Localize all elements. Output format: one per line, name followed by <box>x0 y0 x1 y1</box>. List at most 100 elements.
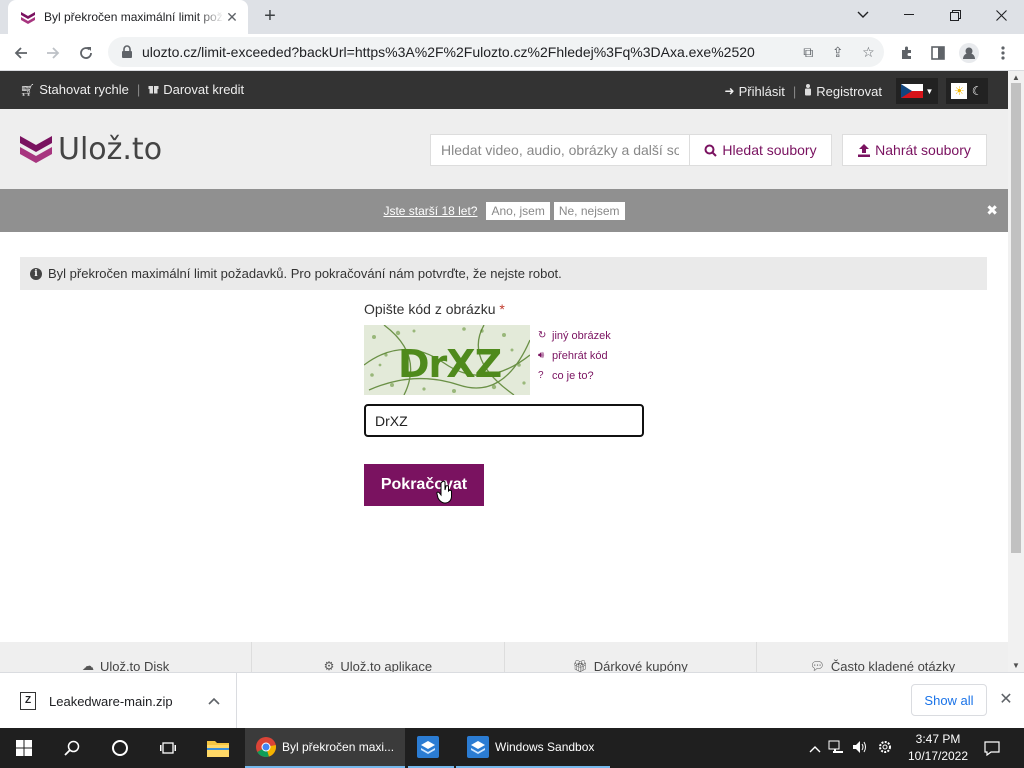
gift-icon: 🎁︎ <box>572 659 588 672</box>
sun-icon[interactable]: ☀ <box>951 83 968 99</box>
bookmark-star-icon[interactable]: ☆ <box>862 44 875 61</box>
topbar-separator-right: | <box>792 83 797 99</box>
footer-item-apps[interactable]: ⚙ Ulož.to aplikace <box>252 642 505 672</box>
file-explorer-icon[interactable] <box>196 728 240 768</box>
fast-download-label: Stahovat rychle <box>39 82 129 97</box>
other-image-link[interactable]: ↻ jiný obrázek <box>538 326 611 346</box>
task-view-icon[interactable] <box>144 728 192 768</box>
side-panel-icon[interactable] <box>925 40 951 66</box>
back-icon[interactable] <box>8 40 34 66</box>
footer-item-label: Ulož.to Disk <box>99 658 170 673</box>
taskbar-sandbox-pinned[interactable] <box>408 728 454 768</box>
donate-credit-link[interactable]: Darovat kredit <box>148 82 244 97</box>
extensions-icon[interactable] <box>894 40 920 66</box>
windows-start-icon[interactable] <box>0 728 48 768</box>
other-image-label: jiný obrázek <box>552 330 611 342</box>
show-all-button[interactable]: Show all <box>911 684 987 716</box>
close-download-bar-icon[interactable]: ✕ <box>996 690 1016 710</box>
chevron-up-icon[interactable] <box>208 694 220 708</box>
cloud-icon: ☁ <box>81 659 94 672</box>
footer-item-coupons[interactable]: 🎁︎ Dárkové kupóny <box>505 642 757 672</box>
taskbar-clock[interactable]: 3:47 PM 10/17/2022 <box>905 731 971 765</box>
ulozto-logo-icon <box>20 135 52 163</box>
sign-in-icon: ➜ <box>724 84 735 98</box>
theme-switch[interactable]: ☀ ☾ <box>946 78 988 104</box>
web-page: 🛒︎ Stahovat rychle | Darovat kredit ➜ Př… <box>0 71 1008 672</box>
scroll-down-icon[interactable]: ▼ <box>1012 661 1020 670</box>
download-item[interactable]: Z Leakedware-main.zip <box>0 673 237 729</box>
browser-tab[interactable]: Byl překročen maximální limit požadavků … <box>8 0 248 34</box>
register-label: Registrovat <box>816 83 882 99</box>
info-icon: i <box>30 267 42 280</box>
minimize-icon[interactable] <box>886 0 932 30</box>
login-link[interactable]: ➜ Přihlásit <box>725 84 785 99</box>
taskbar-sandbox-window[interactable]: Windows Sandbox <box>456 728 610 768</box>
settings-gear-icon[interactable] <box>872 739 898 758</box>
windows-taskbar: Byl překročen maxi... Windows Sandbox 3:… <box>0 728 1024 768</box>
sandbox-window-label: Windows Sandbox <box>495 740 595 754</box>
captcha-image-text: DrXZ <box>398 342 501 386</box>
captcha-code-input[interactable] <box>364 404 644 437</box>
profile-avatar-icon[interactable] <box>956 40 982 66</box>
volume-icon[interactable] <box>848 740 872 757</box>
moon-icon[interactable]: ☾ <box>972 84 983 98</box>
share-icon[interactable]: ⇪ <box>832 44 844 61</box>
tab-search-icon[interactable] <box>840 0 886 30</box>
lock-icon <box>122 45 132 58</box>
system-tray <box>806 728 898 768</box>
age-question[interactable]: Jste starší 18 let? <box>383 204 477 218</box>
close-window-icon[interactable] <box>978 0 1024 30</box>
page-scrollbar[interactable]: ▲ ▼ <box>1008 71 1024 672</box>
fast-download-link[interactable]: 🛒︎ Stahovat rychle <box>20 82 129 97</box>
footer-item-label: Často kladené otázky <box>830 658 956 673</box>
scrollbar-thumb[interactable] <box>1011 83 1021 553</box>
site-topbar: 🛒︎ Stahovat rychle | Darovat kredit ➜ Př… <box>0 71 1008 109</box>
chevron-up-icon[interactable] <box>806 741 824 756</box>
cart-icon: 🛒︎ <box>20 82 36 97</box>
required-mark: * <box>499 301 505 317</box>
cortana-icon[interactable] <box>96 728 144 768</box>
translate-icon[interactable]: ⧉ <box>803 44 813 61</box>
address-bar[interactable]: ulozto.cz/limit-exceeded?backUrl=https%3… <box>108 37 884 67</box>
language-selector[interactable]: ▼ <box>896 78 938 104</box>
windows-sandbox-icon <box>467 736 489 758</box>
windows-sandbox-icon <box>417 736 439 758</box>
hand-cursor-icon <box>436 480 452 504</box>
notifications-icon[interactable] <box>976 728 1008 768</box>
forward-icon[interactable] <box>40 40 66 66</box>
tab-close-icon[interactable]: ✕ <box>224 9 240 25</box>
comment-icon: 💬︎ <box>809 659 825 672</box>
refresh-icon: ↻ <box>538 330 547 341</box>
play-code-link[interactable]: 🔊︎ přehrát kód <box>538 346 611 366</box>
upload-files-button[interactable]: Nahrát soubory <box>842 134 987 166</box>
age-yes-button[interactable]: Ano, jsem <box>486 201 550 220</box>
search-files-button[interactable]: Hledat soubory <box>690 134 832 166</box>
footer-item-disk[interactable]: ☁ Ulož.to Disk <box>0 642 253 673</box>
what-is-it-link[interactable]: ? co je to? <box>538 366 611 386</box>
site-header: Ulož.to Hledat soubory Nahrát soubory <box>0 109 1008 189</box>
question-circle-icon: ? <box>538 370 544 381</box>
chrome-window-label: Byl překročen maxi... <box>282 740 395 754</box>
browser-toolbar: ulozto.cz/limit-exceeded?backUrl=https%3… <box>0 34 1024 71</box>
logo-text: Ulož.to <box>58 132 163 167</box>
age-no-button[interactable]: Ne, nejsem <box>553 201 625 220</box>
browser-titlebar: Byl překročen maximální limit požadavků … <box>0 0 1024 34</box>
new-tab-icon[interactable]: + <box>258 5 282 29</box>
taskbar-chrome-window[interactable]: Byl překročen maxi... <box>245 728 405 768</box>
scroll-up-icon[interactable]: ▲ <box>1012 73 1020 82</box>
chrome-menu-icon[interactable] <box>990 40 1016 66</box>
ulozto-logo[interactable]: Ulož.to <box>20 132 162 167</box>
restore-icon[interactable] <box>932 0 978 30</box>
network-icon[interactable] <box>824 740 848 757</box>
register-link[interactable]: Registrovat <box>804 83 882 99</box>
reload-icon[interactable] <box>73 40 99 66</box>
continue-button[interactable]: Pokračovat <box>364 464 484 506</box>
search-icon[interactable] <box>48 728 96 768</box>
captcha-actions: ↻ jiný obrázek 🔊︎ přehrát kód ? co je to? <box>538 326 611 386</box>
captcha-label: Opište kód z obrázku * <box>364 301 505 317</box>
speaker-icon: 🔊︎ <box>538 350 545 361</box>
close-icon[interactable]: ✖ <box>986 202 998 219</box>
search-input[interactable] <box>430 134 690 166</box>
search-files-label: Hledat soubory <box>722 142 817 158</box>
footer-item-faq[interactable]: 💬︎ Často kladené otázky <box>757 642 1008 673</box>
